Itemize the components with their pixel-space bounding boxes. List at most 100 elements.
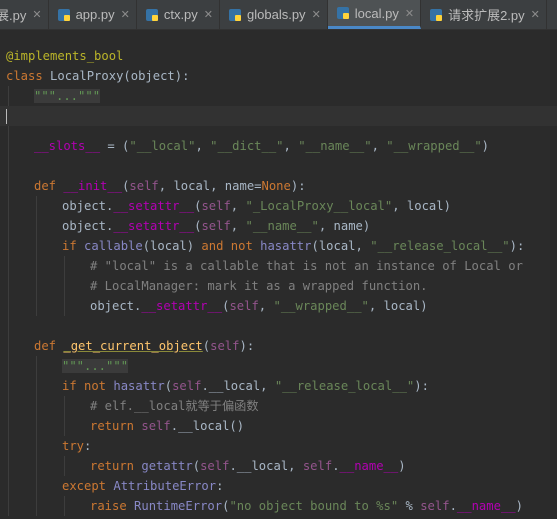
string-literal: "no object bound to %s" [229,499,399,513]
self-keyword: self [302,459,333,473]
close-icon[interactable]: ✕ [312,8,321,21]
string-literal: "_LocalProxy__local" [245,199,393,213]
close-icon[interactable]: ✕ [121,8,130,21]
string-literal: "__wrapped__" [386,139,482,153]
close-icon[interactable]: ✕ [405,7,414,20]
python-file-icon [145,8,158,21]
self-keyword: self [141,419,171,433]
code-text: , [283,139,299,153]
string-literal: "__wrapped__" [273,299,369,313]
code-text: , [371,139,387,153]
tab-extension-py[interactable]: 展.py ✕ [0,0,49,29]
keyword: try [62,439,85,453]
decorator: @implements_bool [6,49,124,63]
code-text: (local) [142,239,202,253]
code-text: object. [62,199,114,213]
code-text: ): [290,179,306,193]
close-icon[interactable]: ✕ [32,8,41,21]
code-text: ( [192,459,201,473]
function-name: __init__ [63,179,123,193]
code-text: .__local, [201,379,275,393]
keyword: raise [90,499,135,513]
builtin-function: hasattr [113,379,165,393]
comment: # "local" is a callable that is not an i… [90,259,523,273]
close-icon[interactable]: ✕ [531,8,540,21]
code-text: , local, name= [158,179,262,193]
python-file-icon [430,8,443,21]
tab-label: 展.py [0,8,27,23]
code-line: """...""" [0,86,557,106]
python-file-icon [229,8,242,21]
string-literal: "__name__" [298,139,372,153]
code-line: # "local" is a callable that is not an i… [0,256,557,276]
tab-request-extension2-py[interactable]: 请求扩展2.py ✕ [421,0,547,29]
keyword: except [62,479,114,493]
code-text: . [449,499,457,513]
code-text: ) [515,499,523,513]
code-line: if callable(local) and not hasattr(local… [0,236,557,256]
self-keyword: self [201,199,231,213]
python-file-icon [336,7,349,19]
code-text: % [398,499,421,513]
code-text: , [230,219,246,233]
builtin-function: getattr [141,459,193,473]
code-text: ): [414,379,429,393]
code-text: , local) [392,199,451,213]
code-text: object. [90,299,142,313]
tab-globals-py[interactable]: globals.py ✕ [220,0,328,29]
code-line [0,156,557,176]
string-literal: "__release_local__" [274,379,415,393]
comment: # elf.__local就等于偏函数 [90,399,259,413]
tab-label: globals.py [247,7,306,22]
self-keyword: self [200,459,230,473]
exception-class: AttributeError [113,479,217,493]
builtin-function: callable [84,239,143,253]
slots-attr: __slots__ [34,139,101,153]
class-name: LocalProxy [50,69,124,83]
code-line: if not hasattr(self.__local, "__release_… [0,376,557,396]
tab-label: ctx.py [163,7,198,22]
tab-label: local.py [354,5,399,21]
code-line: except AttributeError: [0,476,557,496]
code-line: try: [0,436,557,456]
code-text: , name) [318,219,371,233]
python-file-icon [57,8,70,21]
code-line: return self.__local() [0,416,557,436]
self-keyword: self [172,379,202,393]
keyword: if [62,239,85,253]
self-keyword: self [210,339,240,353]
string-literal: "__name__" [245,219,319,233]
code-line: def __init__(self, local, name=None): [0,176,557,196]
code-text: . [332,459,340,473]
code-text: , [195,139,211,153]
code-line: __slots__ = ("__local", "__dict__", "__n… [0,136,557,156]
code-line: raise RuntimeError("no object bound to %… [0,496,557,516]
code-line: return getattr(self.__local, self.__name… [0,456,557,476]
close-icon[interactable]: ✕ [204,8,213,21]
keyword: and not [201,239,261,253]
tab-ctx-py[interactable]: ctx.py ✕ [137,0,221,29]
keyword: if not [62,379,114,393]
text-caret [6,109,7,124]
tab-label: app.py [75,7,115,22]
string-literal: "__local" [129,139,196,153]
code-line: object.__setattr__(self, "__wrapped__", … [0,296,557,316]
folded-docstring[interactable]: """...""" [62,359,129,373]
self-keyword: self [420,499,450,513]
code-editor[interactable]: @implements_bool class LocalProxy(object… [0,30,557,519]
magic-method: __setattr__ [113,199,195,213]
tab-label: 请求扩展2.py [448,8,525,23]
folded-docstring[interactable]: """...""" [34,89,101,103]
code-text: , [230,199,246,213]
keyword: def [34,339,64,353]
keyword: return [90,419,142,433]
code-line: def _get_current_object(self): [0,336,557,356]
string-literal: "__release_local__" [370,239,510,253]
function-name: _get_current_object [63,339,203,353]
code-text: .__local() [170,419,245,433]
code-text: ) [398,459,406,473]
current-line [0,106,557,126]
tab-app-py[interactable]: app.py ✕ [49,0,137,29]
tab-local-py[interactable]: local.py ✕ [327,0,422,29]
code-text: : [84,439,92,453]
